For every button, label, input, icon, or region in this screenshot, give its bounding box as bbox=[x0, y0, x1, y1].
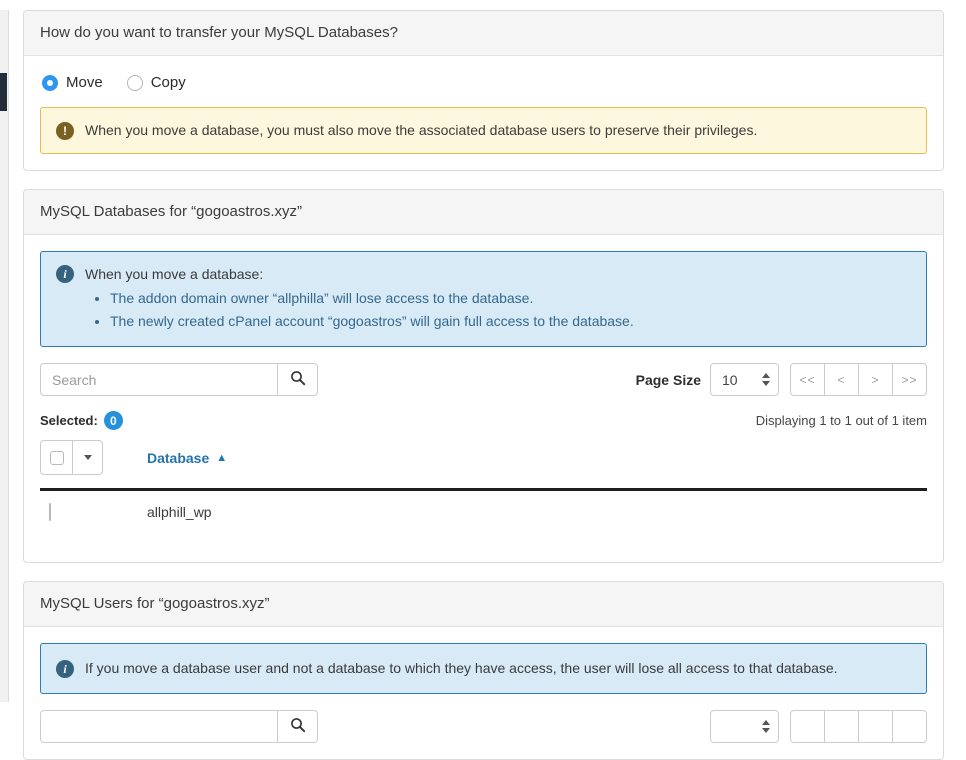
radio-move-label: Move bbox=[66, 74, 103, 91]
selected-count-wrap: Selected: 0 bbox=[40, 411, 123, 430]
transfer-mode-panel: How do you want to transfer your MySQL D… bbox=[23, 10, 944, 171]
databases-search-button[interactable] bbox=[277, 363, 318, 396]
warning-icon: ! bbox=[56, 122, 74, 140]
chevron-down-icon bbox=[84, 455, 92, 460]
databases-search-input[interactable] bbox=[40, 363, 277, 396]
users-page-size-select[interactable] bbox=[710, 710, 779, 743]
databases-panel: MySQL Databases for “gogoastros.xyz” i W… bbox=[23, 189, 944, 563]
users-panel-title: MySQL Users for “gogoastros.xyz” bbox=[24, 582, 943, 627]
pager-first-button[interactable]: << bbox=[790, 363, 825, 396]
page-size-value: 10 bbox=[722, 372, 738, 388]
table-row: allphill_wp bbox=[40, 491, 927, 532]
row-checkbox[interactable] bbox=[49, 503, 51, 521]
pager-last-button[interactable]: >> bbox=[892, 363, 927, 396]
databases-info-list: The addon domain owner “allphilla” will … bbox=[85, 288, 634, 332]
select-all-dropdown[interactable] bbox=[73, 441, 102, 474]
page-scrollbar bbox=[0, 10, 9, 702]
pager-first-button[interactable] bbox=[790, 710, 825, 743]
select-all-column bbox=[40, 440, 147, 475]
select-spinner-icon bbox=[762, 720, 770, 733]
databases-pager: << < > >> bbox=[790, 363, 927, 396]
sort-ascending-icon: ▲ bbox=[216, 452, 227, 464]
transfer-panel-title: How do you want to transfer your MySQL D… bbox=[24, 11, 943, 56]
databases-info-bullet: The newly created cPanel account “gogoas… bbox=[110, 311, 634, 332]
page-size-label: Page Size bbox=[636, 372, 701, 388]
radio-move[interactable]: Move bbox=[42, 74, 103, 91]
pager-prev-button[interactable] bbox=[824, 710, 859, 743]
pager-prev-button[interactable]: < bbox=[824, 363, 859, 396]
displaying-text: Displaying 1 to 1 out of 1 item bbox=[756, 413, 927, 428]
search-icon bbox=[290, 370, 306, 389]
transfer-panel-body: Move Copy ! When you move a database, yo… bbox=[24, 56, 943, 170]
select-spinner-icon bbox=[762, 373, 770, 386]
database-column-label: Database bbox=[147, 450, 209, 466]
move-warning-alert: ! When you move a database, you must als… bbox=[40, 107, 927, 154]
databases-table: Database ▲ allphill_wp bbox=[40, 430, 927, 546]
users-pager bbox=[790, 710, 927, 743]
select-all-checkbox[interactable] bbox=[50, 451, 64, 465]
pager-next-button[interactable]: > bbox=[858, 363, 893, 396]
databases-toolbar: Page Size 10 << < > >> bbox=[40, 363, 927, 396]
pager-last-button[interactable] bbox=[892, 710, 927, 743]
users-search-group bbox=[40, 710, 318, 743]
databases-info-intro: When you move a database: bbox=[85, 264, 634, 285]
users-paging-tools bbox=[710, 710, 927, 743]
users-toolbar bbox=[40, 710, 927, 743]
search-icon bbox=[290, 717, 306, 736]
databases-search-group bbox=[40, 363, 318, 396]
databases-paging-tools: Page Size 10 << < > >> bbox=[636, 363, 927, 396]
radio-copy[interactable]: Copy bbox=[127, 74, 186, 91]
users-search-button[interactable] bbox=[277, 710, 318, 743]
databases-info-bullet: The addon domain owner “allphilla” will … bbox=[110, 288, 634, 309]
select-all-checkbox-cell[interactable] bbox=[41, 441, 73, 474]
database-name-cell: allphill_wp bbox=[147, 504, 212, 520]
radio-copy-circle[interactable] bbox=[127, 75, 143, 91]
main-content: How do you want to transfer your MySQL D… bbox=[23, 10, 944, 760]
databases-info-body: When you move a database: The addon doma… bbox=[85, 264, 634, 334]
info-icon: i bbox=[56, 265, 74, 283]
page-size-select[interactable]: 10 bbox=[710, 363, 779, 396]
radio-copy-label: Copy bbox=[151, 74, 186, 91]
database-column-header[interactable]: Database ▲ bbox=[147, 450, 227, 466]
radio-move-circle[interactable] bbox=[42, 75, 58, 91]
databases-status-row: Selected: 0 Displaying 1 to 1 out of 1 i… bbox=[40, 411, 927, 430]
users-info-text: If you move a database user and not a da… bbox=[85, 658, 838, 679]
scrollbar-thumb[interactable] bbox=[0, 73, 7, 111]
selected-count-badge: 0 bbox=[104, 411, 123, 430]
select-all-group bbox=[40, 440, 103, 475]
pager-next-button[interactable] bbox=[858, 710, 893, 743]
transfer-mode-radio-group: Move Copy bbox=[42, 74, 927, 91]
databases-panel-title: MySQL Databases for “gogoastros.xyz” bbox=[24, 190, 943, 235]
move-warning-text: When you move a database, you must also … bbox=[85, 120, 757, 141]
users-panel-body: i If you move a database user and not a … bbox=[24, 627, 943, 759]
users-info-alert: i If you move a database user and not a … bbox=[40, 643, 927, 694]
selected-label: Selected: bbox=[40, 413, 98, 428]
databases-info-alert: i When you move a database: The addon do… bbox=[40, 251, 927, 347]
row-checkbox-cell bbox=[40, 504, 147, 520]
databases-table-header: Database ▲ bbox=[40, 430, 927, 488]
info-icon: i bbox=[56, 660, 74, 678]
databases-panel-body: i When you move a database: The addon do… bbox=[24, 235, 943, 562]
users-panel: MySQL Users for “gogoastros.xyz” i If yo… bbox=[23, 581, 944, 760]
users-search-input[interactable] bbox=[40, 710, 277, 743]
